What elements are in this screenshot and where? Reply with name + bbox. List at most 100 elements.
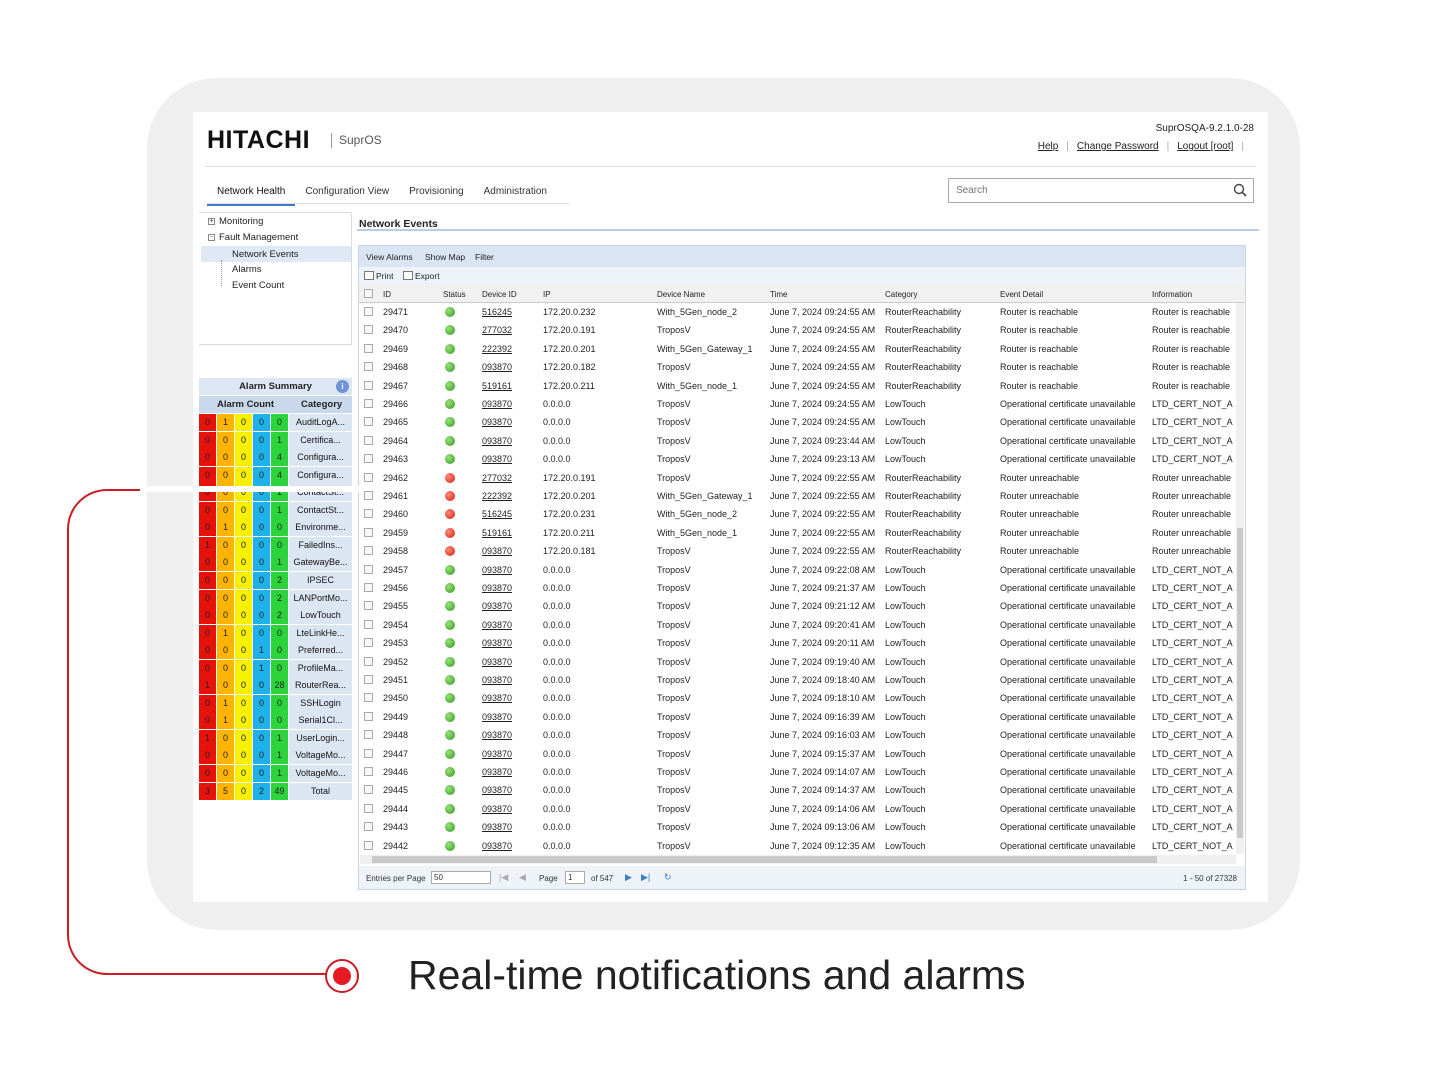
row-checkbox[interactable] bbox=[364, 583, 373, 592]
table-row[interactable]: 29465 093870 0.0.0.0 TroposV June 7, 2024 09… bbox=[359, 413, 1235, 431]
table-row[interactable]: 29470 277032 172.20.0.191 TroposV June 7, 20… bbox=[359, 321, 1235, 339]
export-button[interactable]: Export bbox=[403, 271, 440, 281]
prev-page-icon[interactable]: ◀ bbox=[519, 872, 526, 883]
device-id-link[interactable]: 093870 bbox=[482, 436, 512, 446]
alarm-count-cell[interactable]: 0 bbox=[235, 449, 252, 467]
row-checkbox[interactable] bbox=[364, 491, 373, 500]
scrollbar-thumb[interactable] bbox=[1237, 528, 1243, 838]
row-checkbox[interactable] bbox=[364, 564, 373, 574]
table-row[interactable]: 29457 093870 0.0.0.0 TroposV June 7, 2024 09… bbox=[359, 561, 1235, 579]
row-checkbox[interactable] bbox=[364, 527, 373, 537]
table-row[interactable]: 29455 093870 0.0.0.0 TroposV June 7, 2024 09… bbox=[359, 597, 1235, 615]
info-icon[interactable]: i bbox=[336, 380, 349, 393]
device-id-link[interactable]: 519161 bbox=[482, 528, 512, 538]
device-id-link[interactable]: 519161 bbox=[482, 381, 512, 391]
alarm-count-cell[interactable]: 0 bbox=[235, 466, 252, 484]
alarm-count-cell[interactable]: 1 bbox=[217, 414, 234, 431]
col-event-detail[interactable]: Event Detail bbox=[1000, 290, 1043, 299]
search-input[interactable] bbox=[949, 179, 1219, 202]
tree-item-network-events[interactable]: Network Events bbox=[232, 249, 299, 260]
vertical-scrollbar[interactable] bbox=[1236, 303, 1244, 854]
alarm-summary-row[interactable]: 0 0 0 0 1 Certifica... bbox=[199, 431, 352, 450]
row-checkbox[interactable] bbox=[364, 840, 373, 850]
device-id-link[interactable]: 093870 bbox=[482, 749, 512, 759]
table-row[interactable]: 29471 516245 172.20.0.232 With_5Gen_node_2 J… bbox=[359, 303, 1235, 321]
row-checkbox[interactable] bbox=[364, 601, 373, 611]
device-id-link[interactable]: 516245 bbox=[482, 509, 512, 519]
device-id-link[interactable]: 093870 bbox=[482, 712, 512, 722]
horizontal-scrollbar[interactable] bbox=[360, 855, 1236, 864]
row-checkbox[interactable] bbox=[364, 435, 373, 445]
show-map-button[interactable]: Show Map bbox=[425, 252, 465, 262]
device-id-link[interactable]: 093870 bbox=[482, 583, 512, 593]
row-checkbox[interactable] bbox=[364, 785, 373, 795]
page-input[interactable]: 1 bbox=[565, 871, 585, 884]
filter-button[interactable]: Filter bbox=[475, 252, 494, 262]
row-checkbox[interactable] bbox=[364, 417, 373, 427]
alarm-count-cell[interactable]: 0 bbox=[253, 431, 270, 449]
device-id-link[interactable]: 516245 bbox=[482, 307, 512, 317]
expand-icon[interactable]: + bbox=[208, 218, 215, 225]
row-checkbox[interactable] bbox=[364, 343, 373, 353]
collapse-icon[interactable]: - bbox=[208, 234, 215, 241]
print-button[interactable]: Print bbox=[364, 271, 393, 281]
alarm-summary-row[interactable]: 0 0 0 0 4 Configura... bbox=[199, 449, 352, 467]
table-row[interactable]: 29468 093870 172.20.0.182 TroposV June 7, 20… bbox=[359, 358, 1235, 376]
alarm-count-cell[interactable]: 0 bbox=[235, 431, 252, 449]
device-id-link[interactable]: 093870 bbox=[482, 565, 512, 575]
table-row[interactable]: 29450 093870 0.0.0.0 TroposV June 7, 2024 09… bbox=[359, 689, 1235, 707]
table-row[interactable]: 29467 519161 172.20.0.211 With_5Gen_node_1 J… bbox=[359, 377, 1235, 395]
device-id-link[interactable]: 277032 bbox=[482, 473, 512, 483]
tree-item-event-count[interactable]: Event Count bbox=[232, 280, 284, 291]
scrollbar-thumb[interactable] bbox=[372, 856, 1157, 863]
col-status[interactable]: Status bbox=[443, 290, 466, 299]
device-id-link[interactable]: 093870 bbox=[482, 841, 512, 851]
table-row[interactable]: 29464 093870 0.0.0.0 TroposV June 7, 2024 09… bbox=[359, 432, 1235, 450]
col-device-name[interactable]: Device Name bbox=[657, 290, 705, 299]
table-row[interactable]: 29447 093870 0.0.0.0 TroposV June 7, 2024 09… bbox=[359, 745, 1235, 763]
row-checkbox[interactable] bbox=[364, 380, 373, 390]
row-checkbox[interactable] bbox=[364, 711, 373, 721]
row-checkbox[interactable] bbox=[364, 619, 373, 629]
alarm-count-cell[interactable]: 0 bbox=[199, 414, 216, 431]
col-information[interactable]: Information bbox=[1152, 290, 1192, 299]
table-row[interactable]: 29454 093870 0.0.0.0 TroposV June 7, 2024 09… bbox=[359, 616, 1235, 634]
row-checkbox[interactable] bbox=[364, 730, 373, 740]
alarm-summary-row[interactable]: 0 0 0 0 4 Configura... bbox=[199, 466, 352, 485]
table-row[interactable]: 29463 093870 0.0.0.0 TroposV June 7, 2024 09… bbox=[359, 450, 1235, 468]
tree-item-alarms[interactable]: Alarms bbox=[232, 264, 262, 275]
table-row[interactable]: 29445 093870 0.0.0.0 TroposV June 7, 2024 09… bbox=[359, 781, 1235, 799]
row-checkbox[interactable] bbox=[364, 362, 373, 372]
table-row[interactable]: 29461 222392 172.20.0.201 With_5Gen_Gateway… bbox=[359, 487, 1235, 505]
col-category[interactable]: Category bbox=[885, 290, 917, 299]
next-page-icon[interactable]: ▶ bbox=[625, 872, 632, 883]
row-checkbox[interactable] bbox=[364, 546, 373, 556]
table-row[interactable]: 29448 093870 0.0.0.0 TroposV June 7, 2024 09… bbox=[359, 726, 1235, 744]
table-row[interactable]: 29459 519161 172.20.0.211 With_5Gen_node_1 J… bbox=[359, 524, 1235, 542]
alarm-count-cell[interactable]: 0 bbox=[217, 449, 234, 467]
row-checkbox[interactable] bbox=[364, 325, 373, 335]
row-checkbox[interactable] bbox=[364, 675, 373, 684]
alarm-count-cell[interactable]: 4 bbox=[271, 466, 288, 484]
alarm-count-cell[interactable]: 0 bbox=[271, 414, 288, 431]
device-id-link[interactable]: 093870 bbox=[482, 693, 512, 703]
row-checkbox[interactable] bbox=[364, 656, 373, 666]
alarm-count-cell[interactable]: 0 bbox=[253, 466, 270, 484]
device-id-link[interactable]: 277032 bbox=[482, 325, 512, 335]
search-icon[interactable] bbox=[1233, 183, 1247, 197]
row-checkbox[interactable] bbox=[364, 638, 373, 648]
alarm-count-cell[interactable]: 1 bbox=[271, 431, 288, 449]
table-row[interactable]: 29462 277032 172.20.0.191 TroposV June 7, 20… bbox=[359, 469, 1235, 487]
table-row[interactable]: 29449 093870 0.0.0.0 TroposV June 7, 2024 09… bbox=[359, 708, 1235, 726]
device-id-link[interactable]: 093870 bbox=[482, 362, 512, 372]
logout-link[interactable]: Logout [root] bbox=[1177, 141, 1233, 152]
alarm-count-cell[interactable]: 0 bbox=[253, 414, 270, 431]
table-row[interactable]: 29466 093870 0.0.0.0 TroposV June 7, 2024 09… bbox=[359, 395, 1235, 413]
row-checkbox[interactable] bbox=[364, 767, 373, 776]
alarm-count-cell[interactable]: 0 bbox=[235, 414, 252, 431]
table-row[interactable]: 29452 093870 0.0.0.0 TroposV June 7, 2024 09… bbox=[359, 653, 1235, 671]
last-page-icon[interactable]: ▶| bbox=[641, 872, 650, 883]
device-id-link[interactable]: 093870 bbox=[482, 785, 512, 795]
view-alarms-button[interactable]: View Alarms bbox=[366, 252, 413, 262]
table-row[interactable]: 29469 222392 172.20.0.201 With_5Gen_Gateway… bbox=[359, 340, 1235, 358]
